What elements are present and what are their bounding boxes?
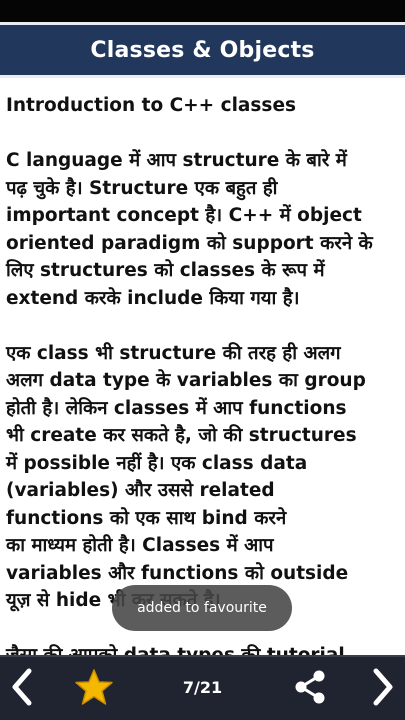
- text-line: variables और functions को outside: [6, 562, 349, 584]
- favourite-button[interactable]: [72, 665, 116, 709]
- chevron-right-icon: [373, 668, 393, 706]
- text-line: extend करके include किया गया है।: [6, 287, 300, 309]
- share-icon: [295, 670, 325, 704]
- page-title: Classes & Objects: [90, 37, 315, 63]
- text-line: (variables) और उससे related: [6, 480, 275, 501]
- text-line: में possible नहीं है। एक class data: [6, 452, 308, 474]
- toast-notification: added to favourite: [112, 585, 292, 631]
- bottom-navigation-bar: 7/21: [0, 655, 405, 720]
- text-line: पढ़ चुके है। Structure एक बहुत ही: [6, 177, 278, 199]
- text-line: important concept है। C++ में object: [6, 205, 362, 226]
- page-indicator: 7/21: [182, 677, 223, 697]
- text-line: का माध्यम होती है। Classes में आप: [6, 535, 274, 556]
- section-heading: Introduction to C++ classes: [6, 95, 297, 116]
- text-line: एक class भी structure की तरह ही अलग: [6, 342, 341, 364]
- status-bar: [0, 0, 405, 22]
- text-line: लिए structures को classes के रूप में: [6, 260, 325, 281]
- toast-message: added to favourite: [137, 600, 267, 616]
- chevron-left-icon: [12, 668, 32, 706]
- paragraph-1: C language में आप structure के बारे में …: [6, 147, 405, 312]
- text-line: भी create कर सकते है, जो की structures: [6, 425, 357, 446]
- text-line: oriented paradigm को support करने के: [6, 232, 373, 254]
- app-frame: Classes & Objects Introduction to C++ cl…: [0, 22, 405, 720]
- share-button[interactable]: [288, 665, 332, 709]
- next-page-button[interactable]: [361, 665, 405, 709]
- star-icon: [75, 669, 113, 705]
- text-line: C language में आप structure के बारे में: [6, 150, 347, 171]
- title-bar: Classes & Objects: [0, 22, 405, 78]
- text-line: functions को एक साथ bind करने: [6, 507, 287, 529]
- text-line: अलग data type के variables का group: [6, 370, 366, 391]
- paragraph-2: एक class भी structure की तरह ही अलग अलग …: [6, 340, 405, 615]
- text-line: होती है। लेकिन classes में आप functions: [6, 397, 347, 419]
- previous-page-button[interactable]: [0, 665, 44, 709]
